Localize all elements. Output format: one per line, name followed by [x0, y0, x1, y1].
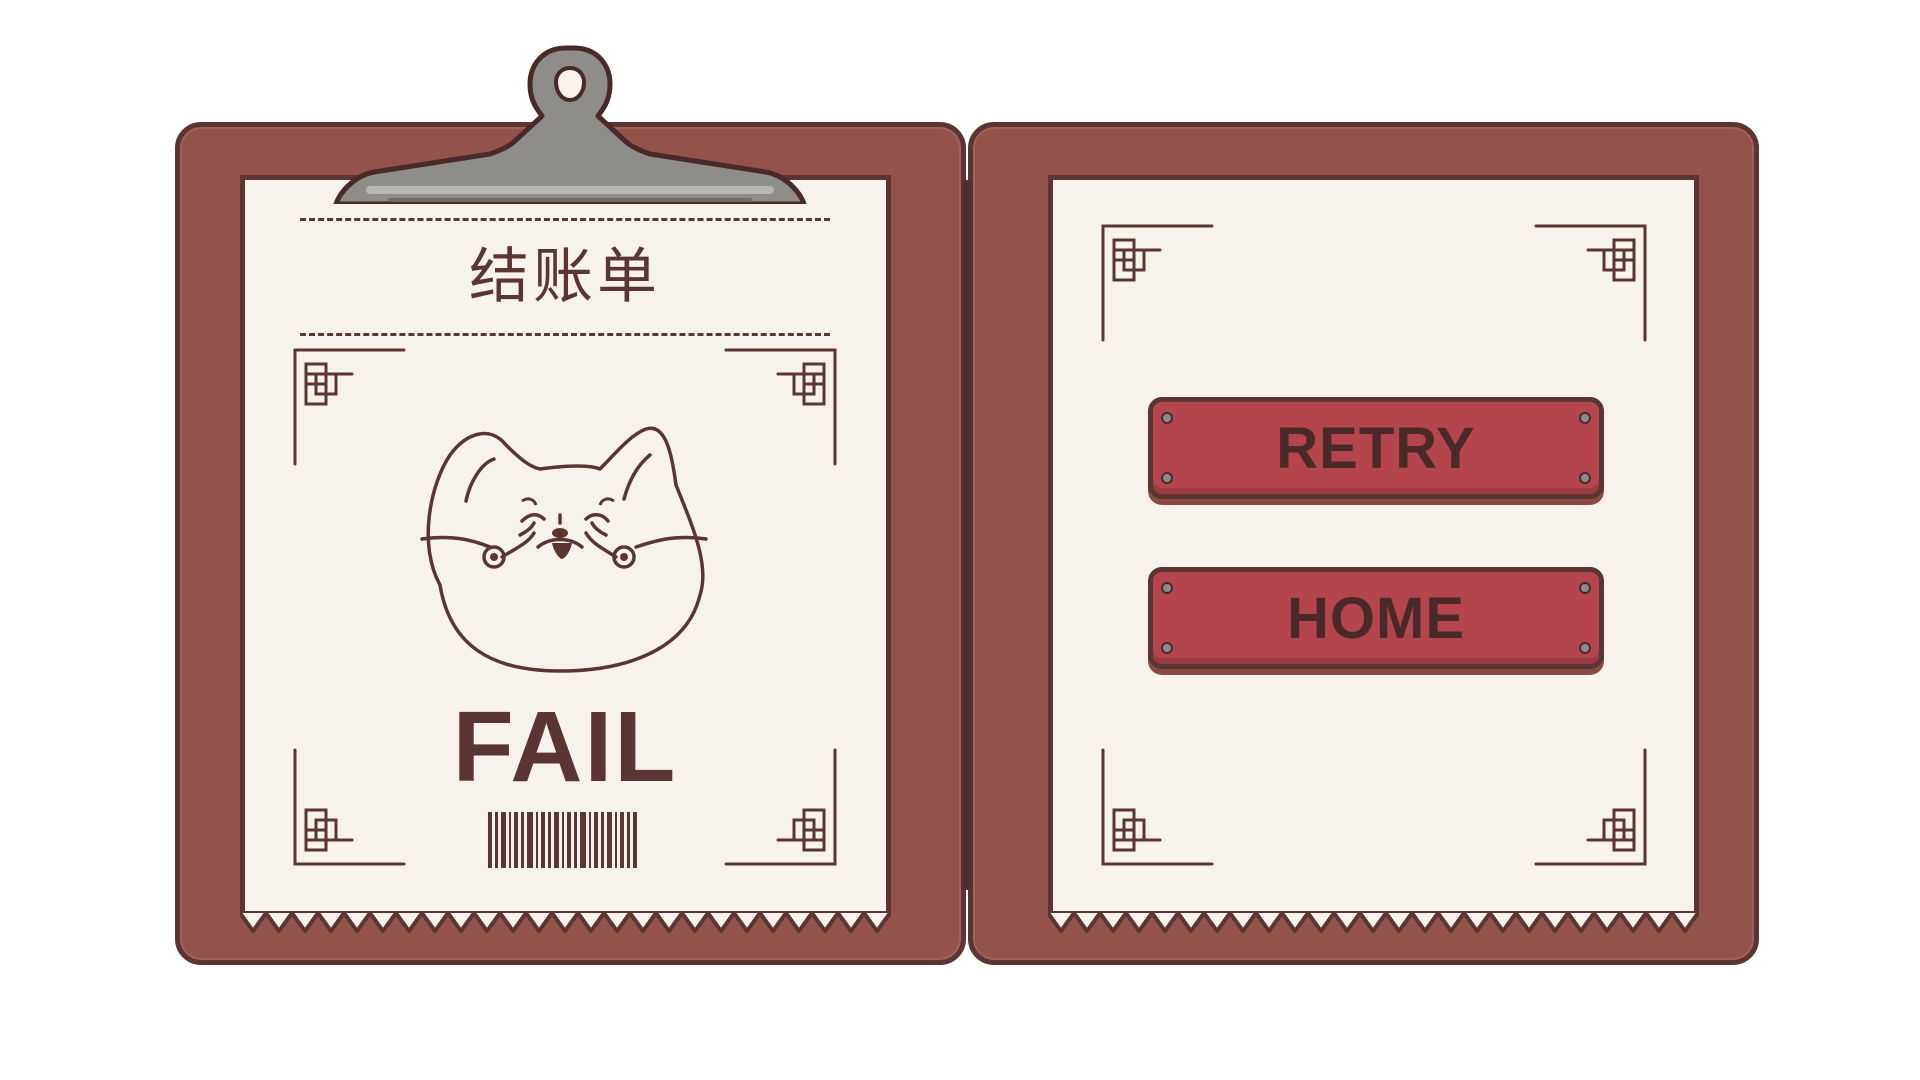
dashed-divider-top: [300, 218, 830, 221]
retry-button-label: RETRY: [1276, 415, 1476, 481]
retry-button[interactable]: RETRY: [1148, 397, 1604, 499]
home-button[interactable]: HOME: [1148, 567, 1604, 669]
crying-shiba-icon: [420, 426, 708, 673]
chinese-knot-corner-icon: [1101, 748, 1214, 866]
rivet: [1579, 472, 1591, 484]
rivet: [1579, 642, 1591, 654]
chinese-knot-corner-icon: [1534, 224, 1647, 342]
receipt-title: 结账单: [469, 242, 661, 312]
rivet: [1161, 582, 1173, 594]
rivet: [1161, 472, 1173, 484]
rivet: [1579, 412, 1591, 424]
rivet: [1161, 412, 1173, 424]
dashed-divider-bottom: [300, 333, 830, 336]
clipboard-clip-icon: [333, 45, 807, 204]
rivet: [1579, 582, 1591, 594]
torn-edge: [240, 911, 891, 933]
barcode-icon: [488, 812, 637, 868]
result-text: FAIL: [452, 691, 678, 803]
chinese-knot-corner-icon: [724, 348, 837, 466]
torn-edge: [1048, 911, 1699, 933]
rivet: [1161, 642, 1173, 654]
chinese-knot-corner-icon: [1534, 748, 1647, 866]
chinese-knot-corner-icon: [1101, 224, 1214, 342]
folder-spine: [963, 180, 971, 890]
home-button-label: HOME: [1287, 585, 1465, 651]
chinese-knot-corner-icon: [293, 348, 406, 466]
